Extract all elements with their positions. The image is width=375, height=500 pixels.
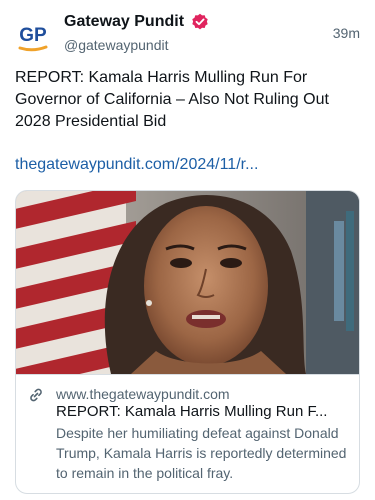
post-timestamp[interactable]: 39m: [333, 25, 360, 41]
link-icon: [28, 387, 44, 403]
account-handle[interactable]: @gatewaypundit: [64, 36, 169, 54]
card-domain: www.thegatewaypundit.com: [56, 386, 230, 402]
link-preview-card[interactable]: www.thegatewaypundit.com REPORT: Kamala …: [15, 190, 360, 494]
card-description: Despite her humiliating defeat against D…: [56, 425, 347, 481]
verified-badge-icon: [191, 13, 209, 31]
card-title[interactable]: REPORT: Kamala Harris Mulling Run F...: [56, 402, 351, 422]
post-header: GP Gateway Pundit @gatewaypundit 39m: [0, 0, 375, 60]
svg-text:GP: GP: [19, 25, 47, 46]
card-divider: [16, 374, 359, 375]
display-name[interactable]: Gateway Pundit: [64, 12, 184, 32]
card-image[interactable]: [16, 191, 359, 374]
avatar[interactable]: GP: [13, 16, 53, 56]
post-text: REPORT: Kamala Harris Mulling Run For Go…: [15, 69, 329, 130]
post-link[interactable]: thegatewaypundit.com/2024/11/r...: [15, 154, 360, 176]
gateway-pundit-logo: GP: [18, 25, 48, 52]
